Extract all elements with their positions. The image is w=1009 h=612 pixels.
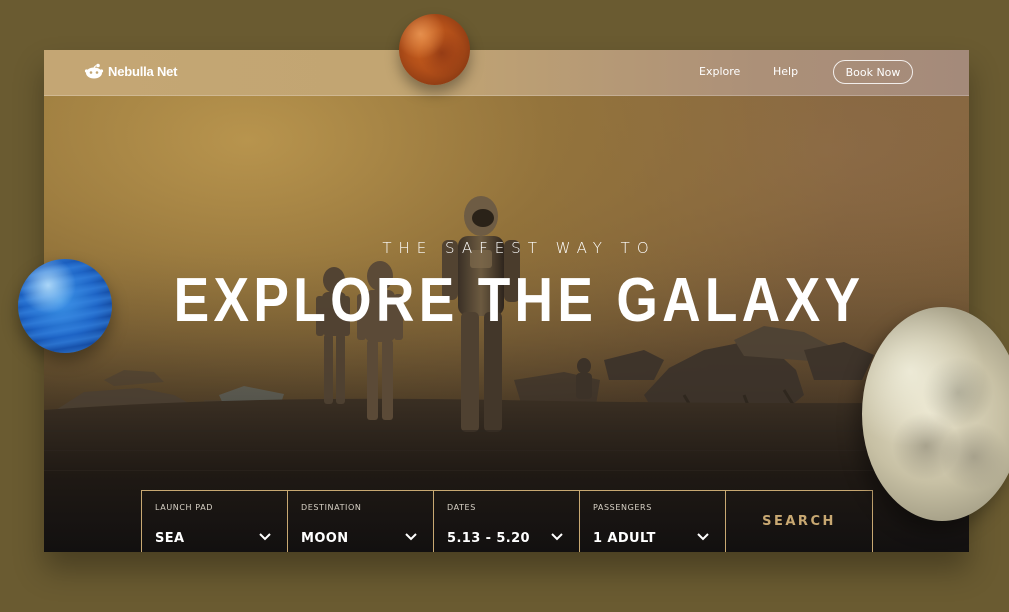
chevron-down-icon — [551, 533, 563, 541]
dates-select[interactable]: DATES 5.13 - 5.20 — [434, 491, 580, 552]
book-now-button[interactable]: Book Now — [833, 60, 913, 84]
passengers-value: 1 ADULT — [593, 531, 656, 546]
page-frame: Nebulla Net Explore Help Book Now THE SA… — [44, 50, 969, 552]
mars-planet-image — [399, 14, 470, 85]
top-nav-bar: Nebulla Net Explore Help Book Now — [44, 50, 969, 96]
hero-title: EXPLORE THE GALAXY — [173, 266, 865, 335]
brand-name: Nebulla Net — [108, 63, 178, 79]
launch-pad-value: SEA — [155, 531, 185, 546]
passengers-label: PASSENGERS — [593, 503, 652, 512]
chevron-down-icon — [259, 533, 271, 541]
robot-logo-icon — [84, 63, 104, 79]
moon-image — [862, 307, 1009, 521]
dates-label: DATES — [447, 503, 476, 512]
destination-select[interactable]: DESTINATION MOON — [288, 491, 434, 552]
nav-explore-link[interactable]: Explore — [699, 65, 740, 78]
hero-subtitle: THE SAFEST WAY TO — [382, 239, 656, 257]
chevron-down-icon — [697, 533, 709, 541]
dates-value: 5.13 - 5.20 — [447, 531, 530, 546]
passengers-select[interactable]: PASSENGERS 1 ADULT — [580, 491, 726, 552]
destination-label: DESTINATION — [301, 503, 362, 512]
launch-pad-select[interactable]: LAUNCH PAD SEA — [142, 491, 288, 552]
search-button[interactable]: SEARCH — [726, 491, 872, 552]
destination-value: MOON — [301, 531, 349, 546]
launch-pad-label: LAUNCH PAD — [155, 503, 214, 512]
booking-search-form: LAUNCH PAD SEA DESTINATION MOON DATES 5.… — [141, 490, 873, 552]
chevron-down-icon — [405, 533, 417, 541]
neptune-planet-image — [18, 259, 112, 353]
astronaut-distant — [576, 358, 592, 399]
nav-help-link[interactable]: Help — [773, 65, 798, 78]
brand-logo[interactable]: Nebulla Net — [84, 63, 178, 79]
